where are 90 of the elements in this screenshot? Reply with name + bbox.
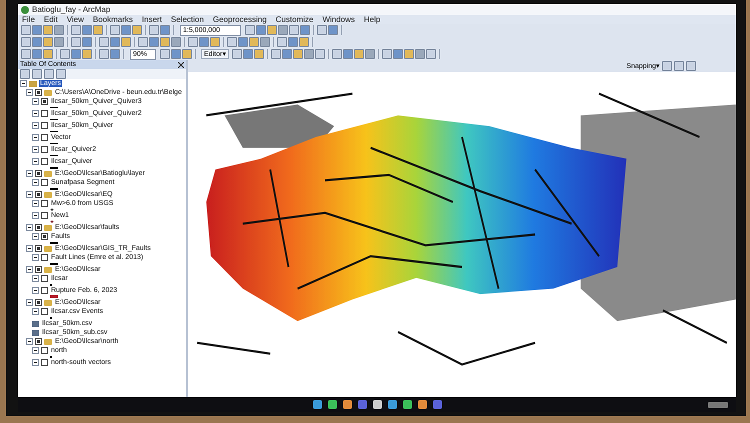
collapse-toggle-icon[interactable]: [26, 89, 33, 96]
collapse-toggle-icon[interactable]: [26, 299, 33, 306]
collapse-toggle-icon[interactable]: [26, 191, 33, 198]
collapse-toggle-icon[interactable]: [32, 308, 39, 315]
tool-button[interactable]: [160, 49, 170, 59]
tool-button[interactable]: [328, 25, 338, 35]
collapse-toggle-icon[interactable]: [26, 266, 33, 273]
checkbox[interactable]: [41, 122, 48, 129]
collapse-toggle-icon[interactable]: [32, 347, 39, 354]
collapse-toggle-icon[interactable]: [32, 122, 39, 129]
collapse-toggle-icon[interactable]: [20, 80, 27, 87]
checkbox[interactable]: [35, 299, 42, 306]
checkbox[interactable]: [41, 233, 48, 240]
tool-button[interactable]: [404, 49, 414, 59]
checkbox[interactable]: [41, 200, 48, 207]
tool-button[interactable]: [315, 49, 326, 59]
system-tray-icon[interactable]: [708, 402, 728, 408]
collapse-toggle-icon[interactable]: [26, 224, 33, 231]
menu-item[interactable]: Geoprocessing: [212, 15, 267, 24]
window-title: Batioglu_fay - ArcMap: [32, 5, 110, 14]
checkbox[interactable]: [35, 170, 42, 177]
checkbox[interactable]: [41, 158, 48, 165]
checkbox[interactable]: [41, 308, 48, 315]
close-icon[interactable]: [178, 62, 184, 68]
collapse-toggle-icon[interactable]: [32, 179, 39, 186]
checkbox[interactable]: [35, 191, 42, 198]
tool-button[interactable]: [256, 25, 266, 35]
rectangle-icon: [50, 295, 58, 298]
collapse-toggle-icon[interactable]: [32, 275, 39, 282]
checkbox[interactable]: [35, 224, 42, 231]
collapse-toggle-icon[interactable]: [32, 200, 39, 207]
menu-item[interactable]: Windows: [322, 15, 355, 24]
tool-button[interactable]: [382, 49, 392, 59]
menu-item[interactable]: Bookmarks: [92, 15, 133, 24]
menu-item[interactable]: File: [22, 15, 35, 24]
collapse-toggle-icon[interactable]: [32, 287, 39, 294]
tool-button[interactable]: [332, 49, 342, 59]
checkbox[interactable]: [35, 89, 42, 96]
tool-button[interactable]: [244, 25, 255, 35]
checkbox[interactable]: [41, 134, 48, 141]
tool-button[interactable]: [426, 49, 436, 59]
checkbox[interactable]: [35, 338, 42, 345]
collapse-toggle-icon[interactable]: [32, 158, 39, 165]
tool-button[interactable]: [293, 49, 304, 59]
menu-item[interactable]: Help: [364, 15, 380, 24]
checkbox[interactable]: [41, 110, 48, 117]
checkbox[interactable]: [41, 98, 48, 105]
collapse-toggle-icon[interactable]: [32, 212, 39, 219]
menu-item[interactable]: Edit: [44, 15, 58, 24]
tool-button[interactable]: [254, 49, 264, 59]
tool-button[interactable]: [365, 49, 376, 59]
checkbox[interactable]: [35, 266, 42, 273]
tool-button[interactable]: [232, 49, 242, 59]
tool-button[interactable]: [415, 49, 426, 59]
checkbox[interactable]: [41, 287, 48, 294]
collapse-toggle-icon[interactable]: [32, 110, 39, 117]
menu-item[interactable]: Insert: [142, 15, 162, 24]
tool-button[interactable]: [271, 49, 282, 59]
collapse-toggle-icon[interactable]: [32, 98, 39, 105]
tool-button[interactable]: [393, 49, 404, 59]
tool-button[interactable]: [282, 49, 292, 59]
collapse-toggle-icon[interactable]: [32, 146, 39, 153]
menu-item[interactable]: View: [66, 15, 84, 24]
checkbox[interactable]: [41, 179, 48, 186]
checkbox[interactable]: [41, 347, 48, 354]
collapse-toggle-icon[interactable]: [32, 233, 39, 240]
checkbox[interactable]: [41, 254, 48, 261]
menu-item[interactable]: Customize: [276, 15, 314, 24]
checkbox[interactable]: [41, 359, 48, 366]
tool-button[interactable]: [278, 25, 288, 35]
star-outline-icon: [50, 208, 54, 211]
tool-button[interactable]: [304, 49, 314, 59]
menu-item[interactable]: Selection: [170, 15, 204, 24]
tool-button[interactable]: [243, 49, 254, 59]
checkbox[interactable]: [41, 146, 48, 153]
tool-button[interactable]: [266, 25, 277, 35]
checkbox[interactable]: [35, 245, 42, 252]
checkbox[interactable]: [41, 212, 48, 219]
tool-button[interactable]: [300, 25, 310, 35]
tool-button[interactable]: [288, 25, 299, 35]
collapse-toggle-icon[interactable]: [32, 134, 39, 141]
checkbox[interactable]: [41, 275, 48, 282]
collapse-toggle-icon[interactable]: [26, 170, 33, 177]
collapse-toggle-icon[interactable]: [32, 254, 39, 261]
tool-button[interactable]: [316, 25, 327, 35]
tool-button[interactable]: [343, 49, 354, 59]
tool-button[interactable]: [354, 49, 364, 59]
collapse-toggle-icon[interactable]: [32, 359, 39, 366]
collapse-toggle-icon[interactable]: [26, 338, 33, 345]
collapse-toggle-icon[interactable]: [26, 245, 33, 252]
